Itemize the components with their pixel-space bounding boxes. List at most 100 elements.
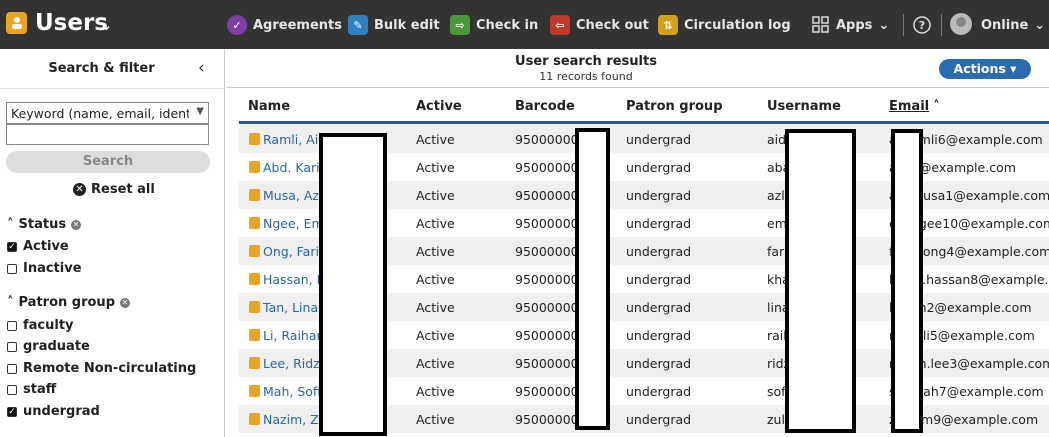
- email-cell: n@example.com: [911, 160, 1016, 175]
- nav-check-out[interactable]: ⇦ Check out: [550, 13, 649, 37]
- bulk-edit-icon: ✎: [348, 15, 368, 35]
- patron-staff-label: staff: [23, 382, 57, 397]
- barcode-cell: 950000000: [515, 160, 579, 175]
- email-cell: zim9@example.com: [911, 412, 1039, 427]
- patron-remote-label: Remote Non-circulating: [23, 361, 197, 376]
- patron-group-filter-header[interactable]: ˄ Patron group ✕: [7, 295, 130, 310]
- check-out-icon: ⇦: [550, 15, 570, 35]
- clear-status-icon[interactable]: ✕: [71, 219, 82, 230]
- status-filter-header[interactable]: ˄ Status ✕: [7, 217, 82, 232]
- column-header-active[interactable]: Active: [416, 99, 462, 114]
- barcode-cell: 950000000: [515, 300, 579, 315]
- active-cell: Active: [416, 300, 455, 315]
- status-active-checkbox[interactable]: ✓ Active: [7, 239, 69, 254]
- email-cell: ngee10@example.com: [911, 216, 1049, 231]
- column-header-email[interactable]: Email ˄: [889, 99, 940, 114]
- keyword-field-selected: Keyword (name, email, identifier: [11, 106, 189, 121]
- chevron-up-icon: ˄: [7, 295, 14, 310]
- svg-text:?: ?: [919, 19, 925, 32]
- barcode-cell: 950000000: [515, 188, 579, 203]
- barcode-cell: 950000000: [515, 272, 579, 287]
- user-icon: [249, 133, 260, 145]
- email-cell: amli6@example.com: [911, 132, 1043, 147]
- actions-button[interactable]: Actions ▾: [939, 59, 1031, 79]
- user-icon: [249, 217, 260, 229]
- agreements-icon: ✓: [227, 15, 247, 35]
- redaction-box: [785, 129, 856, 433]
- nav-divider: [903, 14, 904, 36]
- column-header-name[interactable]: Name: [248, 99, 290, 114]
- user-icon: [249, 329, 260, 341]
- column-header-username[interactable]: Username: [767, 99, 841, 114]
- sidebar-title: Search & filter: [48, 61, 155, 76]
- email-cell: la.hassan8@example.c: [911, 272, 1049, 287]
- actions-label: Actions: [953, 61, 1006, 76]
- patron-group-cell: undergrad: [626, 412, 692, 427]
- search-input[interactable]: [6, 124, 209, 145]
- table-header-underline: [239, 121, 1049, 124]
- user-icon: [249, 273, 260, 285]
- nav-circulation-log[interactable]: ⇅ Circulation log: [658, 13, 791, 37]
- nav-check-in[interactable]: ⇨ Check in: [450, 13, 538, 37]
- patron-group-cell: undergrad: [626, 188, 692, 203]
- users-app-icon[interactable]: [6, 12, 27, 34]
- nav-apps-label: Apps: [836, 17, 873, 33]
- user-chevron-down-icon: ⌄: [1034, 17, 1046, 33]
- redaction-box: [319, 133, 387, 436]
- status-inactive-checkbox[interactable]: Inactive: [7, 261, 82, 276]
- column-header-patron-group[interactable]: Patron group: [626, 99, 723, 114]
- user-icon: [249, 413, 260, 425]
- checkbox-checked-icon: ✓: [7, 406, 17, 417]
- user-menu[interactable]: Online ⌄: [981, 13, 1045, 37]
- patron-undergrad-checkbox[interactable]: ✓ undergrad: [7, 404, 100, 419]
- nav-agreements-label: Agreements: [253, 17, 342, 33]
- help-button[interactable]: ?: [913, 13, 931, 37]
- patron-group-cell: undergrad: [626, 356, 692, 371]
- nav-divider: [941, 14, 942, 36]
- results-pane: User search results 11 records found Act…: [226, 49, 1049, 437]
- nav-apps[interactable]: Apps ⌄: [812, 13, 889, 37]
- barcode-cell: 950000000: [515, 132, 579, 147]
- search-button[interactable]: Search: [6, 151, 210, 173]
- apps-chevron-down-icon: ⌄: [878, 17, 890, 33]
- active-cell: Active: [416, 356, 455, 371]
- nav-agreements[interactable]: ✓ Agreements: [227, 13, 342, 37]
- user-icon: [249, 385, 260, 397]
- nav-bulk-edit[interactable]: ✎ Bulk edit: [348, 13, 440, 37]
- checkbox-unchecked-icon: [7, 263, 17, 274]
- sidebar-header: Search & filter ‹: [0, 49, 224, 89]
- email-cell: mah7@example.com: [911, 384, 1044, 399]
- redaction-box: [575, 128, 610, 430]
- nav-circulation-log-label: Circulation log: [684, 17, 791, 33]
- patron-faculty-checkbox[interactable]: faculty: [7, 318, 74, 333]
- results-title: User search results: [515, 54, 657, 69]
- patron-group-filter-label: Patron group: [18, 295, 116, 310]
- active-cell: Active: [416, 132, 455, 147]
- patron-group-cell: undergrad: [626, 132, 692, 147]
- avatar[interactable]: [950, 13, 972, 35]
- clear-patron-group-icon[interactable]: ✕: [120, 297, 130, 308]
- app-menu-chevron-icon[interactable]: ⌄: [100, 16, 113, 34]
- patron-group-cell: undergrad: [626, 300, 692, 315]
- patron-staff-checkbox[interactable]: staff: [7, 382, 56, 397]
- patron-remote-checkbox[interactable]: Remote Non-circulating: [7, 361, 196, 376]
- user-icon: [249, 301, 260, 313]
- user-icon: [249, 189, 260, 201]
- user-icon: [249, 245, 260, 257]
- keyword-field-select[interactable]: Keyword (name, email, identifier ▼: [6, 102, 209, 124]
- patron-group-cell: undergrad: [626, 384, 692, 399]
- reset-all-button[interactable]: ✕ Reset all: [73, 182, 155, 197]
- sort-ascending-icon: ˄: [933, 99, 940, 114]
- column-header-barcode[interactable]: Barcode: [515, 99, 575, 114]
- barcode-cell: 950000000: [515, 412, 579, 427]
- patron-graduate-checkbox[interactable]: graduate: [7, 339, 90, 354]
- app-title[interactable]: Users: [35, 10, 108, 36]
- patron-group-cell: undergrad: [626, 328, 692, 343]
- barcode-cell: 950000000: [515, 328, 579, 343]
- status-inactive-label: Inactive: [23, 261, 82, 276]
- patron-graduate-label: graduate: [23, 339, 90, 354]
- patron-group-cell: undergrad: [626, 160, 692, 175]
- collapse-chevron-left-icon[interactable]: ‹: [198, 58, 205, 78]
- check-in-icon: ⇨: [450, 15, 470, 35]
- status-filter-label: Status: [18, 217, 67, 232]
